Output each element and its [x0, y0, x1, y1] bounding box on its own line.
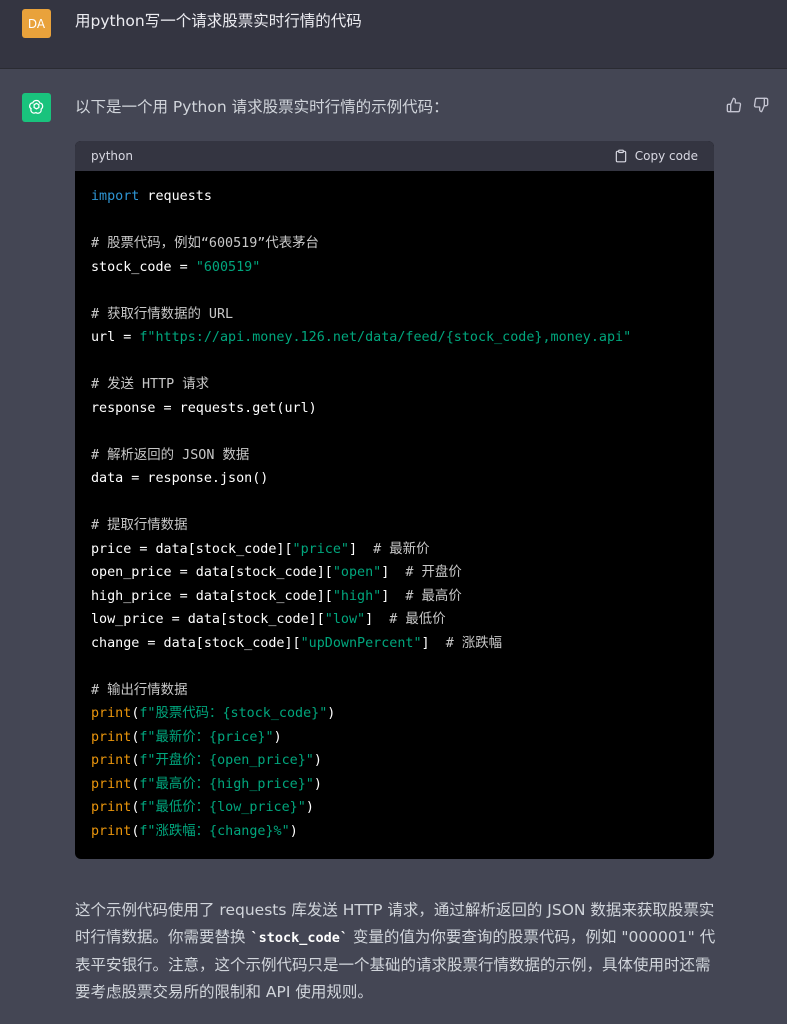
user-message-text: 用python写一个请求股票实时行情的代码 — [75, 12, 362, 30]
code-keyword: import — [91, 189, 140, 204]
code-comment: # 解析返回的 JSON 数据 — [91, 447, 250, 463]
code-text: ] — [381, 588, 406, 604]
code-comment: # 股票代码，例如“600519”代表茅台 — [91, 236, 319, 251]
code-string: f"最新价：{price}" — [139, 729, 274, 745]
code-comment: # 最高价 — [405, 588, 462, 604]
code-block: python Copy code import requests # 股票代码，… — [75, 141, 714, 859]
code-comment: # 涨跌幅 — [445, 635, 503, 651]
code-string: "low" — [324, 612, 366, 627]
thumbs-down-icon — [753, 97, 769, 113]
code-string: f"https://api.money.126.net/data/feed/{s… — [139, 330, 632, 345]
code-print: print — [91, 753, 132, 768]
code-text: open_price = data[stock_code][ — [91, 565, 333, 580]
code-comment: # 最新价 — [373, 541, 430, 557]
thumbs-up-icon — [726, 97, 742, 113]
code-print: print — [91, 823, 132, 839]
code-string: f"开盘价：{open_price}" — [139, 753, 314, 768]
code-string: f"涨跌幅：{change}%" — [139, 823, 290, 839]
code-text: ] — [421, 635, 446, 651]
code-text: stock_code = — [91, 259, 196, 275]
code-print: print — [91, 800, 132, 815]
code-text: ] — [381, 565, 406, 580]
code-string: "upDownPercent" — [300, 635, 422, 651]
code-block-header: python Copy code — [75, 141, 714, 171]
code-string: f"股票代码：{stock_code}" — [139, 706, 328, 721]
code-text: requests — [139, 189, 212, 204]
user-message-row: DA 用python写一个请求股票实时行情的代码 — [0, 0, 787, 69]
assistant-summary-text: 这个示例代码使用了 requests 库发送 HTTP 请求，通过解析返回的 J… — [75, 897, 720, 1006]
code-text: ] — [365, 612, 390, 627]
assistant-avatar — [22, 93, 51, 122]
code-text: response = requests.get(url) — [91, 400, 317, 416]
code-text: url = — [91, 330, 140, 345]
code-comment: # 最低价 — [389, 612, 446, 627]
code-comment: # 发送 HTTP 请求 — [91, 377, 210, 392]
code-text: ] — [348, 541, 374, 557]
copy-code-label: Copy code — [634, 149, 698, 163]
code-comment: # 开盘价 — [405, 565, 462, 580]
code-comment: # 获取行情数据的 URL — [91, 306, 234, 322]
code-string: "600519" — [195, 259, 261, 275]
thumbs-down-button[interactable] — [752, 96, 770, 114]
assistant-intro-text: 以下是一个用 Python 请求股票实时行情的示例代码： — [75, 98, 449, 116]
openai-logo-icon — [29, 99, 44, 114]
code-language-label: python — [91, 149, 133, 163]
code-print: print — [91, 729, 132, 745]
code-text: change = data[stock_code][ — [91, 635, 301, 651]
code-comment: # 提取行情数据 — [91, 518, 188, 533]
code-print: print — [91, 776, 132, 792]
inline-code-stock-code: `stock_code` — [250, 930, 348, 946]
code-string: "open" — [332, 565, 382, 580]
code-text: data = response.json() — [91, 471, 269, 486]
code-content: import requests # 股票代码，例如“600519”代表茅台 st… — [91, 189, 632, 839]
code-print: print — [91, 706, 132, 721]
code-comment: # 输出行情数据 — [91, 682, 188, 698]
code-text: low_price = data[stock_code][ — [91, 612, 325, 627]
code-string: f"最低价：{low_price}" — [139, 800, 306, 815]
thumbs-up-button[interactable] — [725, 96, 743, 114]
code-text: high_price = data[stock_code][ — [91, 588, 333, 604]
assistant-message-row: 以下是一个用 Python 请求股票实时行情的示例代码： python Copy… — [0, 69, 787, 1024]
user-avatar: DA — [22, 9, 51, 38]
code-string: f"最高价：{high_price}" — [139, 776, 314, 792]
code-string: "price" — [292, 541, 349, 557]
code-string: "high" — [332, 588, 382, 604]
copy-code-button[interactable]: Copy code — [614, 149, 698, 163]
code-text: price = data[stock_code][ — [91, 541, 293, 557]
clipboard-icon — [615, 149, 627, 163]
